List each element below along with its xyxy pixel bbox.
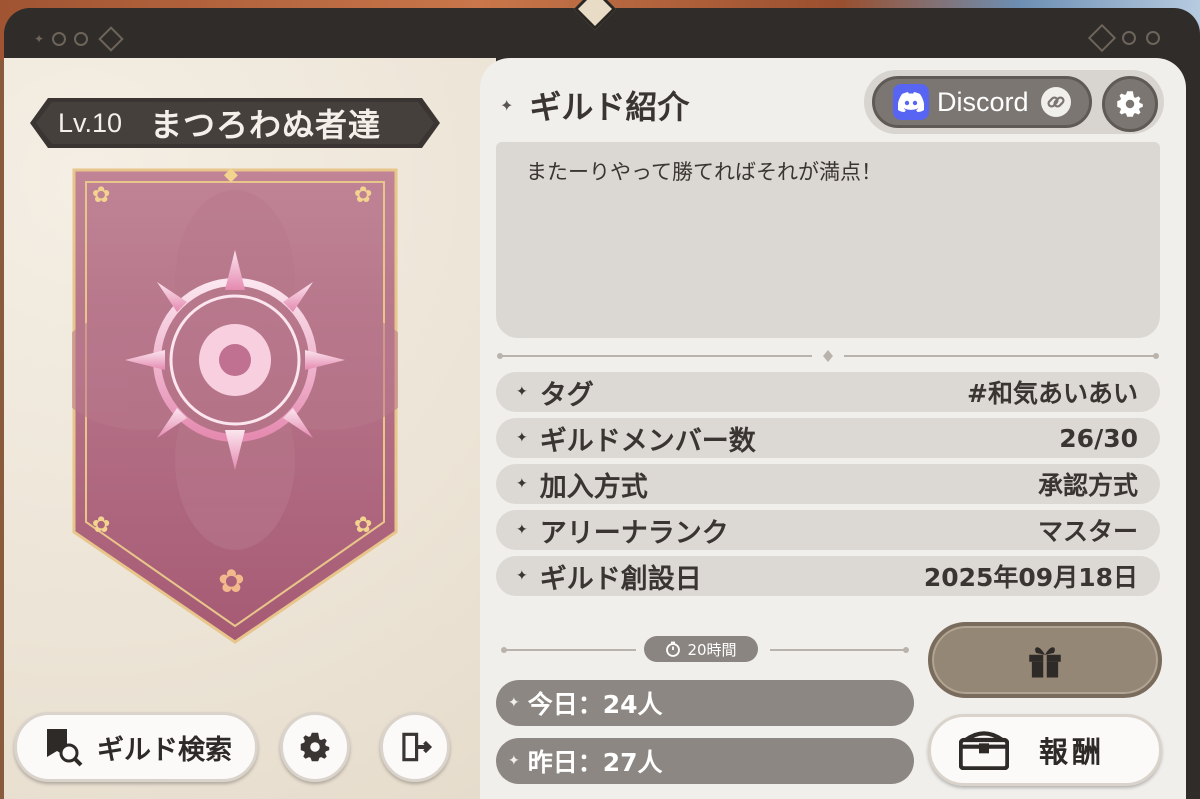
settings-button[interactable] <box>280 712 350 782</box>
sparkle-icon: ✦ <box>516 476 528 492</box>
gift-icon <box>1029 647 1061 678</box>
guild-description: またーりやって勝てればそれが満点！ <box>526 160 882 184</box>
svg-text:✿: ✿ <box>92 513 110 538</box>
info-row-founded: ✦ ギルド創設日 2025年09月18日 <box>496 556 1160 596</box>
guild-banner: ✿ ✿ ✿ ✿ ✿ ◆ <box>52 160 418 644</box>
svg-text:✿: ✿ <box>354 183 372 208</box>
section-divider <box>497 350 1159 362</box>
info-row-arena-rank: ✦ アリーナランク マスター <box>496 510 1160 550</box>
sparkle-icon: ✦ <box>508 753 520 769</box>
guild-intro-title: ギルド紹介 <box>529 88 690 126</box>
sparkle-icon: ✦ <box>516 568 528 584</box>
info-label: タグ <box>539 379 594 411</box>
guild-search-button[interactable]: ギルド検索 <box>14 712 258 782</box>
gear-icon <box>300 732 330 762</box>
gift-button[interactable] <box>928 622 1162 698</box>
info-value: 26/30 <box>1059 423 1138 453</box>
guild-level: Lv.10 <box>58 107 123 138</box>
info-label: ギルドメンバー数 <box>539 425 756 457</box>
guild-settings-button[interactable] <box>1102 76 1158 132</box>
frame-ornament-right <box>1087 23 1160 53</box>
info-value: 承認方式 <box>1037 471 1138 500</box>
sparkle-icon: ✦ <box>516 430 528 446</box>
reset-timer: 20時間 <box>644 636 758 662</box>
guild-emblem-icon: ✿ ✿ ✿ ✿ ✿ ◆ <box>52 164 418 644</box>
reward-label: 報酬 <box>1039 735 1106 769</box>
sparkle-icon: ✦ <box>516 522 528 538</box>
svg-text:✿: ✿ <box>354 513 372 538</box>
treasure-chest-icon <box>959 731 1009 770</box>
leave-guild-button[interactable] <box>380 712 450 782</box>
info-value: #和気あいあい <box>967 379 1138 408</box>
link-icon <box>1040 87 1071 117</box>
guild-description-box: またーりやって勝てればそれが満点！ <box>496 142 1160 338</box>
discord-button[interactable]: Discord <box>872 76 1092 128</box>
svg-text:✿: ✿ <box>92 183 110 208</box>
info-label: アリーナランク <box>539 517 729 549</box>
stat-today-text: 今日：24人 <box>527 690 663 719</box>
stat-yesterday-text: 昨日：27人 <box>527 748 663 777</box>
stopwatch-icon <box>666 641 681 657</box>
stat-yesterday: ✦ 昨日：27人 <box>496 738 914 784</box>
info-row-tag: ✦ タグ #和気あいあい <box>496 372 1160 412</box>
timer-label: 20時間 <box>687 640 737 659</box>
svg-text:✿: ✿ <box>218 562 245 600</box>
info-label: 加入方式 <box>539 471 648 503</box>
guild-intro-header: ✦ ギルド紹介 <box>500 82 689 128</box>
info-value: 2025年09月18日 <box>923 563 1138 592</box>
sparkle-icon: ✦ <box>500 95 514 115</box>
info-label: ギルド創設日 <box>539 563 702 595</box>
info-value: マスター <box>1037 517 1138 546</box>
guild-search-icon <box>47 729 83 767</box>
gear-icon <box>1117 91 1143 117</box>
sparkle-icon: ✦ <box>508 695 520 711</box>
exit-door-icon <box>402 732 433 762</box>
discord-logo-icon <box>893 84 929 120</box>
guild-level-badge: Lv.10 まつろわぬ者達 <box>30 98 440 148</box>
guild-name: まつろわぬ者達 <box>150 106 382 144</box>
frame-ornament-left: ✦ <box>34 26 124 52</box>
stat-today: ✦ 今日：24人 <box>496 680 914 726</box>
sparkle-icon: ✦ <box>516 384 528 400</box>
guild-search-label: ギルド検索 <box>97 734 232 766</box>
svg-text:◆: ◆ <box>224 164 238 185</box>
info-row-join-method: ✦ 加入方式 承認方式 <box>496 464 1160 504</box>
reward-button[interactable]: 報酬 <box>928 714 1162 786</box>
discord-label: Discord <box>937 86 1029 117</box>
info-row-members: ✦ ギルドメンバー数 26/30 <box>496 418 1160 458</box>
